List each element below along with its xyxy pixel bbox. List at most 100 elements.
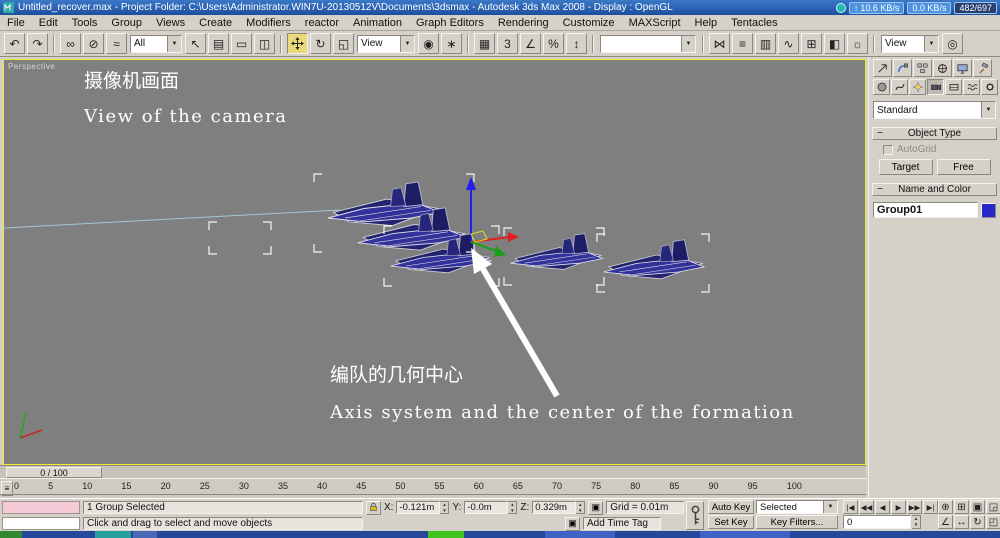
category-geometry[interactable] [873,79,890,95]
tab-modify[interactable] [893,59,912,77]
keyboard-override-toggle[interactable]: ▦ [474,33,495,54]
percent-snap-toggle[interactable]: % [543,33,564,54]
go-to-start-button[interactable]: |◀ [843,500,858,514]
select-and-rotate-button[interactable]: ↻ [310,33,331,54]
x-coordinate-spinner[interactable]: -0.121m ▲ ▼ [396,501,450,514]
use-pivot-center-button[interactable]: ◉ [418,33,439,54]
layer-manager-button[interactable]: ▥ [755,33,776,54]
unlink-selection-button[interactable]: ⊘ [83,33,104,54]
dropdown-arrow-icon[interactable]: ▼ [400,35,414,52]
render-type-dropdown[interactable]: View ▼ [881,34,939,53]
next-frame-button[interactable]: ▶▶ [907,500,922,514]
category-spacewarps[interactable] [963,79,980,95]
previous-key-button[interactable]: ◀◀ [859,500,874,514]
set-key-mode-toggle[interactable] [686,501,704,530]
menu-edit[interactable]: Edit [32,15,65,30]
zoom-all-button[interactable]: ⊞ [954,500,969,514]
render-setup-button[interactable]: ☼ [847,33,868,54]
menu-reactor[interactable]: reactor [298,15,346,30]
window-crossing-toggle[interactable]: ◫ [254,33,275,54]
selection-filter-dropdown[interactable]: All ▼ [130,34,182,53]
menu-file[interactable]: File [0,15,32,30]
previous-frame-button[interactable]: ◀ [875,500,890,514]
menu-rendering[interactable]: Rendering [491,15,556,30]
menu-maxscript[interactable]: MAXScript [622,15,688,30]
tab-motion[interactable] [933,59,952,77]
spin-down-icon[interactable]: ▼ [576,508,584,514]
taskbar-item[interactable] [133,531,157,538]
object-color-swatch[interactable] [981,202,996,218]
time-slider-track[interactable]: 0 / 100 [0,465,866,478]
fighter-jet[interactable] [603,239,705,280]
start-button[interactable] [0,531,22,538]
menu-group[interactable]: Group [104,15,149,30]
select-object-button[interactable]: ↖ [185,33,206,54]
reference-coordinate-dropdown[interactable]: View ▼ [357,34,415,53]
menu-graph-editors[interactable]: Graph Editors [409,15,491,30]
align-button[interactable]: ≡ [732,33,753,54]
autogrid-checkbox[interactable] [883,144,893,155]
current-frame-field[interactable]: 0 [843,515,911,529]
category-cameras[interactable] [927,79,944,95]
curve-editor-button[interactable]: ∿ [778,33,799,54]
rectangular-selection-region-button[interactable]: ▭ [231,33,252,54]
z-coordinate-spinner[interactable]: 0.329m ▲ ▼ [532,501,586,514]
time-slider-handle[interactable]: 0 / 100 [6,467,102,478]
spin-down-icon[interactable]: ▼ [508,508,516,514]
menu-create[interactable]: Create [192,15,239,30]
absolute-offset-toggle[interactable]: ▣ [588,500,604,515]
dropdown-arrow-icon[interactable]: ▼ [823,501,837,513]
track-bar[interactable]: ≡ 0 5 10 15 20 25 30 35 40 45 50 55 60 65 70 75 80 85 90 95… [0,478,866,498]
dropdown-arrow-icon[interactable]: ▼ [924,35,938,52]
undo-button[interactable]: ↶ [4,33,25,54]
schematic-view-button[interactable]: ⊞ [801,33,822,54]
spin-down-icon[interactable]: ▼ [440,508,448,514]
menu-modifiers[interactable]: Modifiers [239,15,298,30]
net-monitor-icon[interactable] [835,2,846,13]
free-camera-button[interactable]: Free [936,159,991,175]
field-of-view-button[interactable]: ∠ [938,515,953,529]
dropdown-arrow-icon[interactable]: ▼ [167,35,181,52]
fighter-jet[interactable] [510,233,603,270]
dropdown-arrow-icon[interactable]: ▼ [681,35,695,52]
zoom-extents-all-button[interactable]: ◲ [986,500,1000,514]
key-mode-dropdown[interactable]: Selected ▼ [756,500,838,514]
perspective-viewport[interactable]: Perspective 摄像机画面 View of the camera 编队的… [3,59,866,465]
zoom-extents-button[interactable]: ▣ [970,500,985,514]
add-time-tag[interactable]: Add Time Tag [583,517,661,530]
selection-lock-toggle[interactable] [366,500,381,515]
pan-button[interactable]: ↔ [954,515,969,529]
menu-views[interactable]: Views [149,15,192,30]
zoom-button[interactable]: ⊕ [938,500,953,514]
bind-to-spacewarp-button[interactable]: ≈ [106,33,127,54]
select-by-name-button[interactable]: ▤ [208,33,229,54]
viewport-label[interactable]: Perspective [8,62,55,71]
angle-snap-toggle[interactable]: ∠ [520,33,541,54]
taskbar-item[interactable] [428,531,464,538]
auto-key-button[interactable]: Auto Key [708,500,754,514]
redo-button[interactable]: ↷ [27,33,48,54]
transform-typein-toggle[interactable]: ▣ [565,516,580,531]
menu-tools[interactable]: Tools [65,15,105,30]
select-and-manipulate-button[interactable]: ∗ [441,33,462,54]
maximize-viewport-toggle[interactable]: ◰ [986,515,1000,529]
maxscript-mini-listener-macro[interactable] [2,501,80,514]
snap-toggle-3d[interactable]: 3 [497,33,518,54]
tab-utilities[interactable] [973,59,992,77]
tab-create[interactable] [873,59,892,77]
go-to-end-button[interactable]: ▶| [923,500,938,514]
tab-hierarchy[interactable] [913,59,932,77]
quick-render-button[interactable]: ◎ [942,33,963,54]
rollout-name-and-color[interactable]: − Name and Color [872,183,997,196]
y-coordinate-spinner[interactable]: -0.0m ▲ ▼ [464,501,518,514]
spinner-snap-toggle[interactable]: ↕ [566,33,587,54]
arc-rotate-button[interactable]: ↻ [970,515,985,529]
camera-preset-dropdown[interactable]: Standard ▼ [873,101,996,119]
menu-tentacles[interactable]: Tentacles [724,15,784,30]
frame-spinner[interactable]: ▲ ▼ [912,515,921,529]
windows-taskbar[interactable] [0,531,1000,538]
spin-down-icon[interactable]: ▼ [912,522,920,528]
set-key-button[interactable]: Set Key [708,515,754,529]
select-and-move-button[interactable] [287,33,308,54]
menu-help[interactable]: Help [688,15,725,30]
